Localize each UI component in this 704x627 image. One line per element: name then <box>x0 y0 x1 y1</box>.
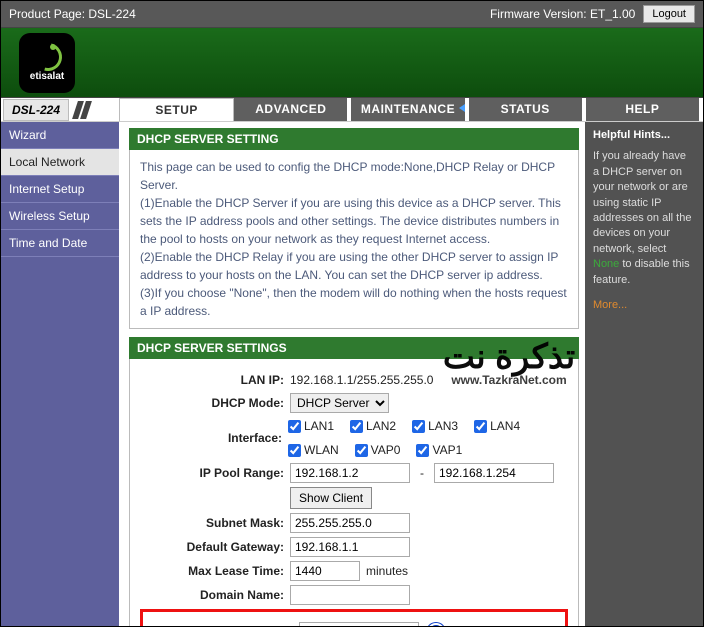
dns-label: DNS Servers: <box>149 623 299 626</box>
tab-help[interactable]: HELP <box>586 98 703 121</box>
sidebar-item-wireless-setup[interactable]: Wireless Setup <box>1 203 119 230</box>
brand-logo: etisalat <box>19 33 75 93</box>
interface-label: Interface: <box>140 429 288 447</box>
gateway-input[interactable] <box>290 537 410 557</box>
dhcp-mode-select[interactable]: DHCP Server <box>290 393 389 413</box>
hints-green: None <box>593 258 619 270</box>
dns-highlight-box: DNS Servers: 1 2 3 <box>140 609 568 626</box>
iface-vap0[interactable]: VAP0 <box>355 441 401 459</box>
pool-label: IP Pool Range: <box>140 464 290 482</box>
slash-decor <box>75 101 89 119</box>
iface-lan3[interactable]: LAN3 <box>412 417 458 435</box>
pool-end-input[interactable] <box>434 463 554 483</box>
hints-more-link[interactable]: More... <box>593 299 627 311</box>
pool-start-input[interactable] <box>290 463 410 483</box>
tab-advanced[interactable]: ADVANCED <box>234 98 351 121</box>
panel1-header: DHCP SERVER SETTING <box>129 128 579 150</box>
panel2-header: DHCP SERVER SETTINGS <box>129 337 579 359</box>
hints-header: Helpful Hints... <box>593 128 695 143</box>
lan-ip-label: LAN IP: <box>140 371 290 389</box>
subnet-label: Subnet Mask: <box>140 514 290 532</box>
model-label: DSL-224 <box>3 99 69 121</box>
brand-text: etisalat <box>30 71 64 82</box>
iface-wlan[interactable]: WLAN <box>288 441 339 459</box>
lease-label: Max Lease Time: <box>140 562 290 580</box>
product-page-label: Product Page: DSL-224 <box>9 7 136 21</box>
domain-label: Domain Name: <box>140 586 290 604</box>
header-strip: etisalat <box>1 27 703 98</box>
main-content: DHCP SERVER SETTING This page can be use… <box>119 122 585 626</box>
sidebar: Wizard Local Network Internet Setup Wire… <box>1 122 119 626</box>
hints-body1: If you already have a DHCP server on you… <box>593 150 691 254</box>
tab-setup[interactable]: SETUP <box>119 98 234 121</box>
lease-input[interactable] <box>290 561 360 581</box>
sidebar-item-internet-setup[interactable]: Internet Setup <box>1 176 119 203</box>
iface-lan4[interactable]: LAN4 <box>474 417 520 435</box>
tab-status[interactable]: STATUS <box>469 98 586 121</box>
iface-lan2[interactable]: LAN2 <box>350 417 396 435</box>
subnet-input[interactable] <box>290 513 410 533</box>
firmware-label: Firmware Version: ET_1.00 <box>490 7 635 21</box>
show-client-button[interactable]: Show Client <box>290 487 372 509</box>
pool-sep: - <box>420 464 424 482</box>
sidebar-item-time-date[interactable]: Time and Date <box>1 230 119 257</box>
panel1-body: This page can be used to config the DHCP… <box>129 150 579 329</box>
iface-lan1[interactable]: LAN1 <box>288 417 334 435</box>
tab-maintenance[interactable]: MAINTENANCE <box>351 98 468 121</box>
lan-ip-value: 192.168.1.1/255.255.255.0 <box>290 371 433 389</box>
sidebar-item-wizard[interactable]: Wizard <box>1 122 119 149</box>
panel2-body: LAN IP: 192.168.1.1/255.255.255.0 DHCP M… <box>129 359 579 626</box>
domain-input[interactable] <box>290 585 410 605</box>
gateway-label: Default Gateway: <box>140 538 290 556</box>
dhcp-mode-label: DHCP Mode: <box>140 394 290 412</box>
etisalat-icon <box>34 43 60 69</box>
iface-vap1[interactable]: VAP1 <box>416 441 462 459</box>
logout-button[interactable]: Logout <box>643 5 695 23</box>
dns1-input[interactable] <box>299 622 419 626</box>
sidebar-item-local-network[interactable]: Local Network <box>1 149 119 176</box>
lease-unit: minutes <box>366 562 408 580</box>
badge-1: 1 <box>427 623 445 626</box>
helpful-hints: Helpful Hints... If you already have a D… <box>585 122 703 626</box>
